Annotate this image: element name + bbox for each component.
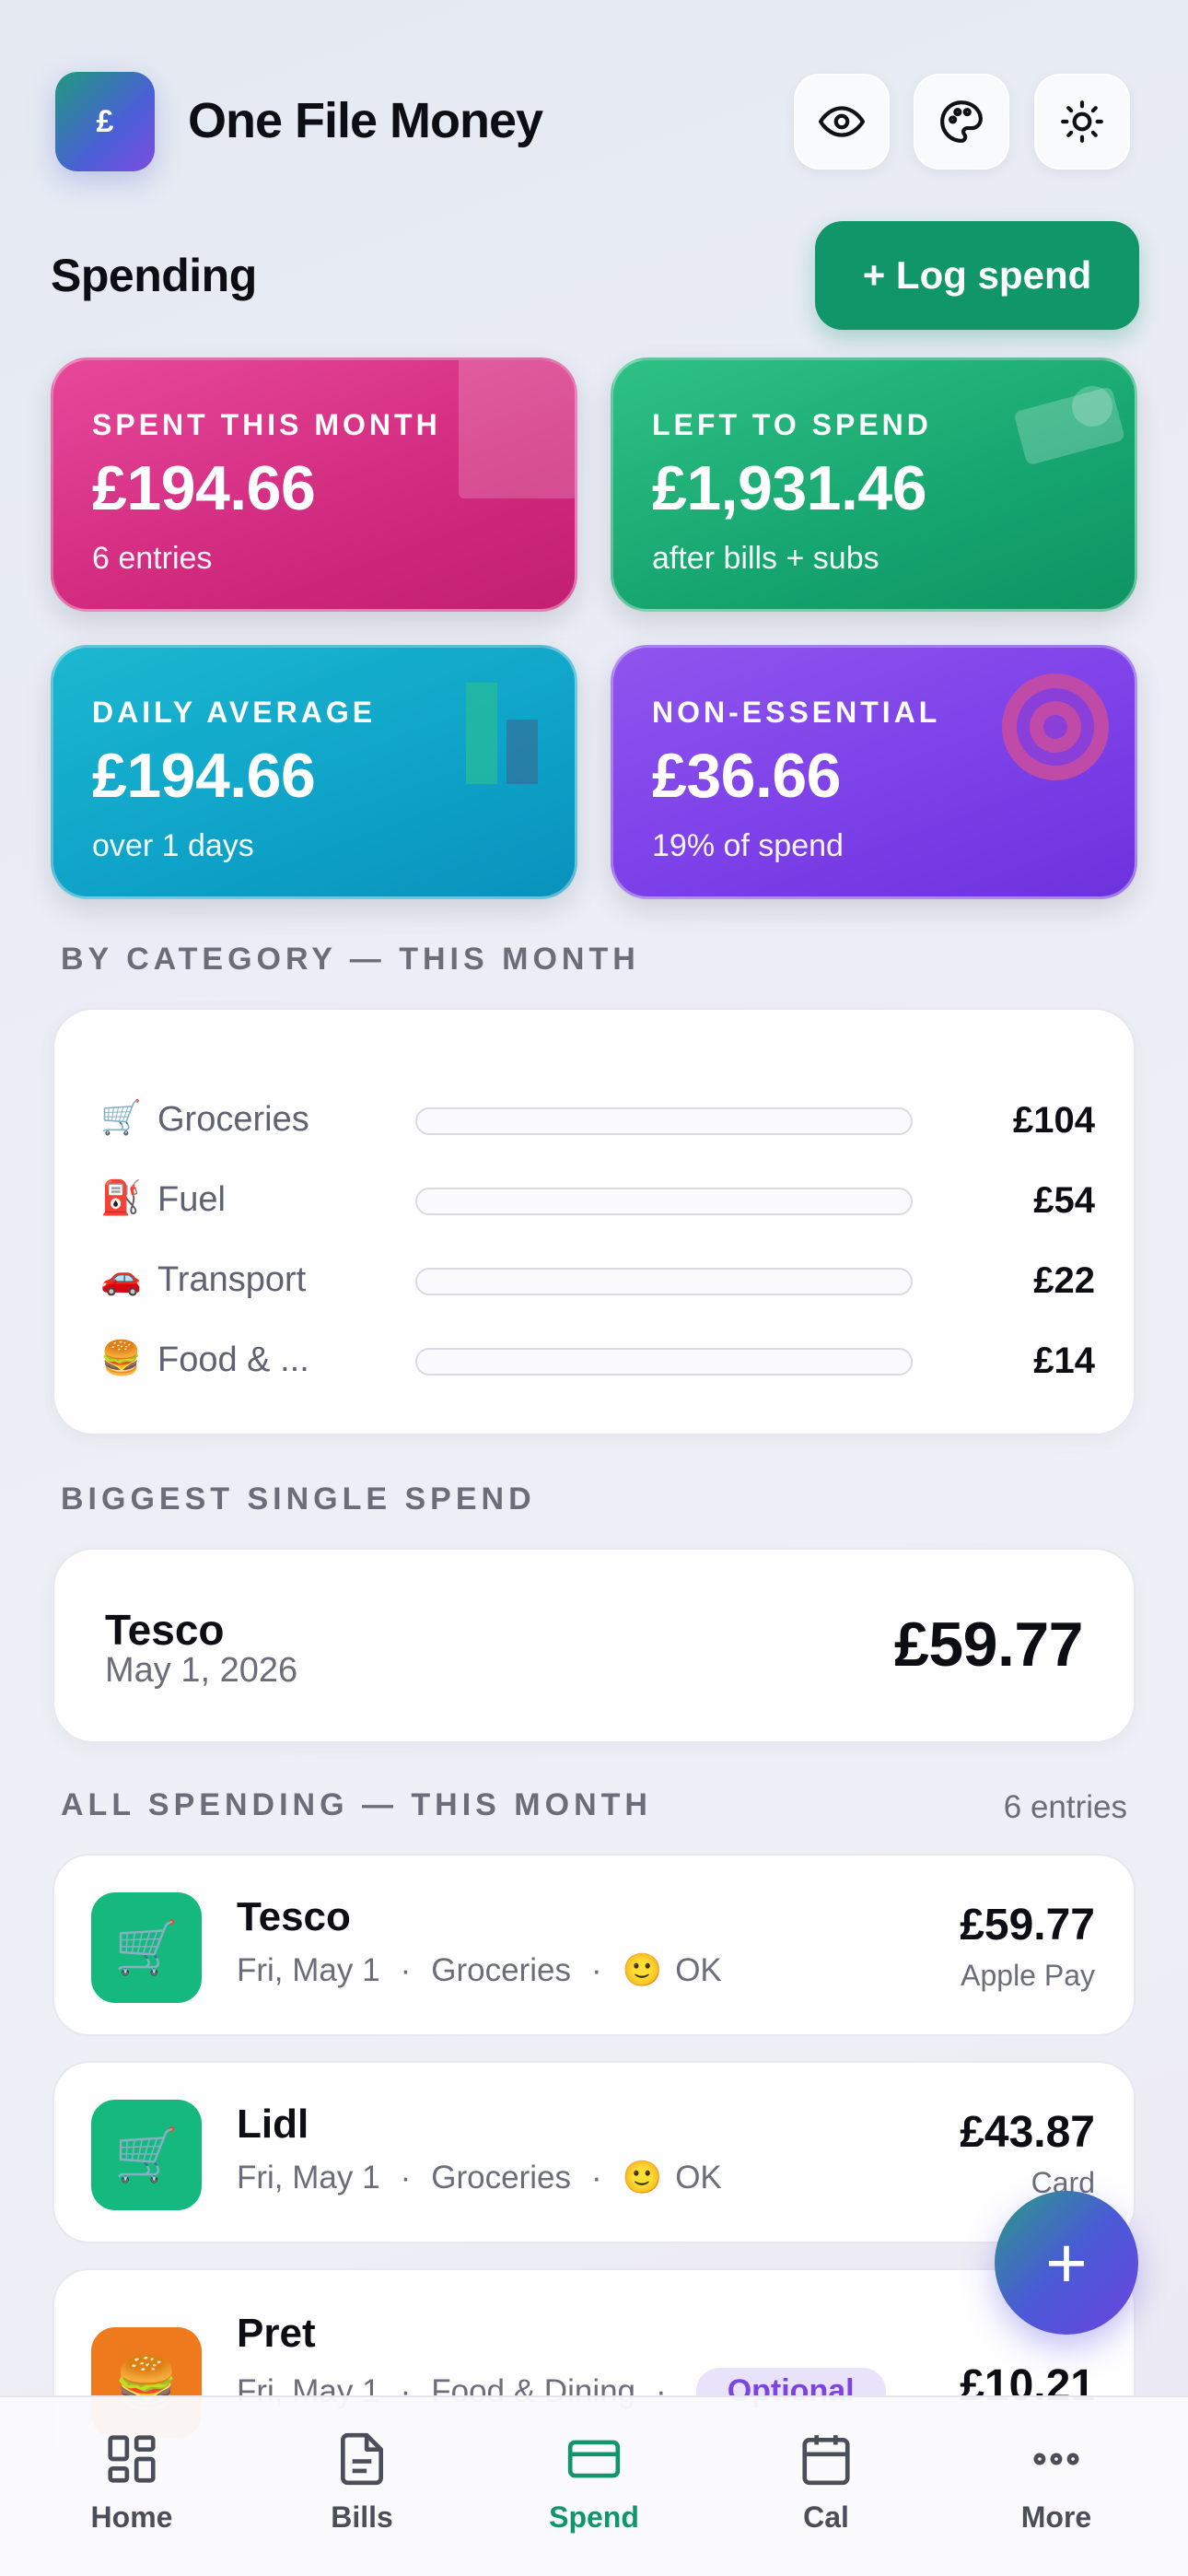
add-spend-fab[interactable]: + <box>995 2191 1138 2335</box>
cart-icon: 🛒 <box>91 1892 202 2003</box>
category-amount: £22 <box>1033 1260 1095 1301</box>
cart-icon: 🛒 <box>91 2100 202 2210</box>
nav-label: Home <box>90 2500 173 2534</box>
mood-label: OK <box>675 2159 722 2195</box>
category-name: Transport <box>157 1260 307 1299</box>
mood-icon: 🙂 <box>622 2160 663 2195</box>
stat-sub: after bills + subs <box>652 541 879 576</box>
mood-label: OK <box>675 1951 722 1988</box>
category-bar <box>415 1268 913 1295</box>
entries-count: 6 entries <box>1003 1789 1127 1825</box>
nav-more[interactable]: More <box>938 2397 1175 2576</box>
nav-label: Bills <box>331 2500 393 2534</box>
category-row[interactable]: 🍔 Food & ... £14 <box>100 1333 1095 1388</box>
sun-icon <box>1061 100 1103 143</box>
document-icon <box>341 2432 383 2486</box>
stat-sub: 19% of spend <box>652 828 844 863</box>
bottom-nav: Home Bills Spend Cal More <box>0 2395 1188 2576</box>
category-amount: £54 <box>1033 1180 1095 1221</box>
calendar-icon <box>802 2435 850 2486</box>
more-dots-icon <box>1033 2453 1079 2465</box>
category-row[interactable]: 🚗 Transport £22 <box>100 1253 1095 1308</box>
transaction-category: Groceries <box>431 2159 571 2195</box>
app-title: One File Money <box>188 93 543 148</box>
palette-icon <box>940 100 983 143</box>
transaction-row[interactable]: 🛒 Tesco Fri, May 1 · Groceries · 🙂 OK £5… <box>52 1854 1136 2036</box>
nav-home[interactable]: Home <box>13 2397 250 2576</box>
burger-icon: 🍔 <box>100 1339 142 1376</box>
stat-card-daily-average: DAILY AVERAGE £194.66 over 1 days <box>51 645 577 899</box>
stat-sub: over 1 days <box>92 828 254 863</box>
cart-icon: 🛒 <box>100 1098 142 1136</box>
biggest-spend-caption: BIGGEST SINGLE SPEND <box>61 1481 536 1516</box>
category-amount: £104 <box>1013 1100 1095 1141</box>
category-bar <box>415 1348 913 1376</box>
app-root: £ One File Money Spending + Log spend SP… <box>0 0 1188 2576</box>
category-name: Fuel <box>157 1180 226 1219</box>
stat-label: DAILY AVERAGE <box>92 696 377 729</box>
app-logo: £ <box>55 72 155 171</box>
all-spending-caption: ALL SPENDING — THIS MONTH <box>61 1787 652 1822</box>
mood-icon: 🙂 <box>622 1952 663 1988</box>
card-icon <box>567 2440 621 2478</box>
log-spend-button[interactable]: + Log spend <box>815 221 1139 330</box>
light-mode-button[interactable] <box>1034 74 1130 170</box>
transaction-meta: Fri, May 1 · Groceries · 🙂 OK <box>237 2159 722 2196</box>
stat-label: SPENT THIS MONTH <box>92 408 441 441</box>
biggest-date: May 1, 2026 <box>105 1651 298 1690</box>
transaction-amount: £59.77 <box>960 1901 1095 1950</box>
nav-spend[interactable]: Spend <box>475 2397 713 2576</box>
transaction-category: Groceries <box>431 1951 571 1988</box>
stat-value: £1,931.46 <box>652 453 927 523</box>
transaction-merchant: Lidl <box>237 2102 309 2147</box>
fuel-pump-icon: ⛽ <box>100 1178 142 1216</box>
stat-value: £194.66 <box>92 453 316 523</box>
theme-palette-button[interactable] <box>914 74 1009 170</box>
stat-label: LEFT TO SPEND <box>652 408 932 441</box>
stat-card-non-essential: NON-ESSENTIAL £36.66 19% of spend <box>611 645 1137 899</box>
page-title: Spending <box>51 250 257 301</box>
home-grid-icon <box>108 2435 156 2483</box>
biggest-merchant: Tesco <box>105 1606 225 1654</box>
transaction-row[interactable]: 🛒 Lidl Fri, May 1 · Groceries · 🙂 OK £43… <box>52 2061 1136 2243</box>
transaction-amount: £43.87 <box>960 2108 1095 2157</box>
car-icon: 🚗 <box>100 1259 142 1296</box>
category-row[interactable]: 🛒 Groceries £104 <box>100 1093 1095 1148</box>
money-icon <box>1015 386 1124 464</box>
category-row[interactable]: ⛽ Fuel £54 <box>100 1173 1095 1228</box>
stat-card-spent: SPENT THIS MONTH £194.66 6 entries <box>51 357 577 612</box>
biggest-spend-card[interactable]: Tesco May 1, 2026 £59.77 <box>52 1548 1136 1743</box>
stat-value: £36.66 <box>652 741 841 811</box>
stat-value: £194.66 <box>92 741 316 811</box>
privacy-toggle-button[interactable] <box>794 74 890 170</box>
payment-method: Apple Pay <box>961 1959 1095 1992</box>
category-name: Food & ... <box>157 1341 309 1379</box>
category-name: Groceries <box>157 1100 309 1139</box>
biggest-amount: £59.77 <box>894 1610 1083 1680</box>
category-bar <box>415 1107 913 1135</box>
transaction-merchant: Tesco <box>237 1894 351 1939</box>
eye-icon <box>819 106 865 137</box>
category-bar <box>415 1188 913 1215</box>
nav-bills[interactable]: Bills <box>243 2397 481 2576</box>
stat-sub: 6 entries <box>92 541 213 576</box>
transaction-date: Fri, May 1 <box>237 1951 380 1988</box>
nav-cal[interactable]: Cal <box>707 2397 945 2576</box>
transaction-date: Fri, May 1 <box>237 2159 380 2195</box>
receipt-illustration <box>459 360 575 498</box>
stat-label: NON-ESSENTIAL <box>652 696 941 729</box>
stat-card-left: LEFT TO SPEND £1,931.46 after bills + su… <box>611 357 1137 612</box>
target-icon <box>1002 673 1109 780</box>
logo-glyph: £ <box>96 103 114 139</box>
nav-label: More <box>1020 2500 1092 2534</box>
transaction-meta: Fri, May 1 · Groceries · 🙂 OK <box>237 1951 722 1989</box>
transaction-merchant: Pret <box>237 2311 316 2356</box>
nav-label: Spend <box>549 2500 639 2534</box>
category-amount: £14 <box>1033 1341 1095 1381</box>
category-panel: 🛒 Groceries £104 ⛽ Fuel £54 🚗 Transport … <box>52 1008 1136 1435</box>
bar-chart-icon <box>466 683 538 784</box>
nav-label: Cal <box>803 2500 849 2534</box>
by-category-caption: BY CATEGORY — THIS MONTH <box>61 942 640 977</box>
